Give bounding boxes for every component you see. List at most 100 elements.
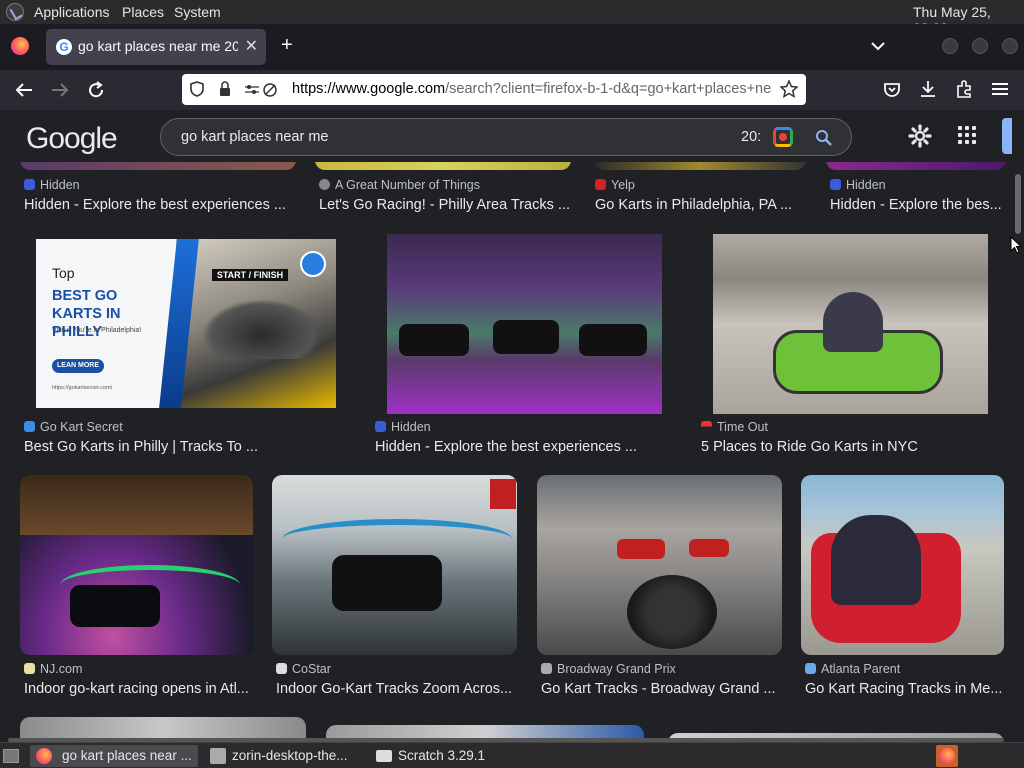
sign-in-button[interactable] [1002,118,1012,154]
taskbar-item-label: zorin-desktop-the... [232,748,348,763]
result-image[interactable] [20,162,296,170]
result-image-nj[interactable] [20,475,253,655]
result-source[interactable]: Hidden [830,178,886,192]
result-image-outdoor-kart[interactable] [713,234,988,414]
firefox-tray-icon [939,748,955,764]
result-title[interactable]: Indoor go-kart racing opens in Atl... [24,681,248,697]
result-title[interactable]: Hidden - Explore the bes... [830,197,1002,213]
navigation-bar: https://www.google.com/search?client=fir… [0,70,1024,110]
taskbar-item-label: Scratch 3.29.1 [398,748,486,763]
tab-active[interactable]: G go kart places near me 2023 ✕ [46,29,266,65]
tab-close-button[interactable]: ✕ [245,36,258,56]
gokart-logo-icon [300,251,326,277]
list-tabs-icon[interactable] [871,41,885,51]
result-title[interactable]: Hidden - Explore the best experiences ..… [24,197,294,213]
result-title[interactable]: Best Go Karts in Philly | Tracks To ... [24,439,314,455]
extensions-icon[interactable] [955,80,973,98]
shield-icon[interactable] [190,81,204,97]
result-image[interactable] [594,162,806,170]
result-title[interactable]: Hidden - Explore the best experiences ..… [375,439,665,455]
menu-applications[interactable]: Applications [34,4,110,20]
result-image-costar[interactable] [272,475,517,655]
ad-learn-more-button: LEAN MORE [52,359,104,373]
firefox-icon [36,748,52,764]
taskbar-item-label: go kart places near ... [62,748,192,763]
image-kart [202,299,322,359]
pocket-icon[interactable] [883,81,901,99]
result-source[interactable]: Time Out [701,420,768,434]
broadway-favicon-icon [541,663,552,674]
result-image[interactable] [315,162,571,170]
search-query-text[interactable]: go kart places near me [181,129,329,145]
hamburger-menu-icon[interactable] [991,82,1009,96]
result-source[interactable]: Atlanta Parent [805,662,900,676]
image-kart [579,324,647,356]
result-image-go-kart-secret[interactable]: START / FINISH Top BEST GO KARTS IN PHIL… [36,239,336,408]
hidden-favicon-icon [375,421,386,432]
result-image[interactable] [826,162,1006,170]
result-source[interactable]: Hidden [375,420,431,434]
result-source[interactable]: Hidden [24,178,80,192]
result-image[interactable] [20,717,306,740]
url-text[interactable]: https://www.google.com/search?client=fir… [292,81,772,97]
result-title[interactable]: Let's Go Racing! - Philly Area Tracks ..… [319,197,575,213]
address-bar[interactable]: https://www.google.com/search?client=fir… [182,74,806,105]
downloads-icon[interactable] [919,80,937,98]
result-title[interactable]: Go Karts in Philadelphia, PA ... [595,197,805,213]
result-source[interactable]: A Great Number of Things [319,178,480,192]
search-query-overflow: 20: [741,129,762,145]
result-image-atlanta-parent[interactable] [801,475,1004,655]
google-header: Google go kart places near me 20: [0,110,1024,162]
tab-bar: G go kart places near me 2023 ✕ + [0,24,1024,70]
search-icon[interactable] [815,129,833,147]
show-desktop-button[interactable] [0,745,22,767]
result-source[interactable]: Broadway Grand Prix [541,662,676,676]
result-title[interactable]: Go Kart Tracks - Broadway Grand ... [541,681,779,697]
taskbar-item-firefox[interactable]: go kart places near ... [30,745,198,767]
system-top-bar: Applications Places System Thu May 25, 0… [0,0,1024,36]
taskbar-item-scratch[interactable]: Scratch 3.29.1 [370,745,510,767]
scrollbar-thumb[interactable] [1015,174,1021,234]
image-kart [70,585,160,627]
result-source[interactable]: Go Kart Secret [24,420,123,434]
result-title[interactable]: 5 Places to Ride Go Karts in NYC [701,439,991,455]
google-apps-icon[interactable] [958,126,980,148]
zorin-logo-icon[interactable] [6,3,24,21]
menu-places[interactable]: Places [122,4,164,20]
search-input[interactable]: go kart places near me 20: [160,118,852,156]
menu-system[interactable]: System [174,4,221,20]
image-results: Hidden Hidden - Explore the best experie… [0,162,1012,740]
result-title[interactable]: Indoor Go-Kart Tracks Zoom Acros... [276,681,514,697]
google-favicon-icon: G [56,39,72,55]
back-icon[interactable] [15,82,33,98]
result-title[interactable]: Go Kart Racing Tracks in Me... [805,681,1005,697]
tray-firefox[interactable] [936,745,958,767]
image-kart [689,539,729,557]
google-lens-icon[interactable] [773,127,793,147]
forward-icon[interactable] [51,82,69,98]
new-tab-button[interactable]: + [281,34,293,57]
result-source[interactable]: CoStar [276,662,331,676]
permissions-icon[interactable] [244,82,278,98]
image-kart [399,324,469,356]
result-image-indoor-karts[interactable] [387,234,662,414]
close-window-button[interactable] [1002,38,1018,54]
google-logo[interactable]: Google [26,122,118,156]
reload-icon[interactable] [87,81,105,99]
mouse-cursor-icon [1010,236,1022,254]
bookmark-star-icon[interactable] [780,80,798,98]
window-icon [376,750,392,762]
lock-icon[interactable] [218,81,232,97]
gokartsecret-favicon-icon [24,421,35,432]
minimize-button[interactable] [942,38,958,54]
taskbar-item-files[interactable]: zorin-desktop-the... [204,745,366,767]
image-tire-stack [627,575,717,649]
hidden-favicon-icon [24,179,35,190]
maximize-button[interactable] [972,38,988,54]
settings-gear-icon[interactable] [908,124,932,148]
costar-favicon-icon [276,663,287,674]
firefox-view-icon[interactable] [11,37,29,55]
result-source[interactable]: NJ.com [24,662,82,676]
result-image-broadway-grand-prix[interactable] [537,475,782,655]
result-source[interactable]: Yelp [595,178,635,192]
